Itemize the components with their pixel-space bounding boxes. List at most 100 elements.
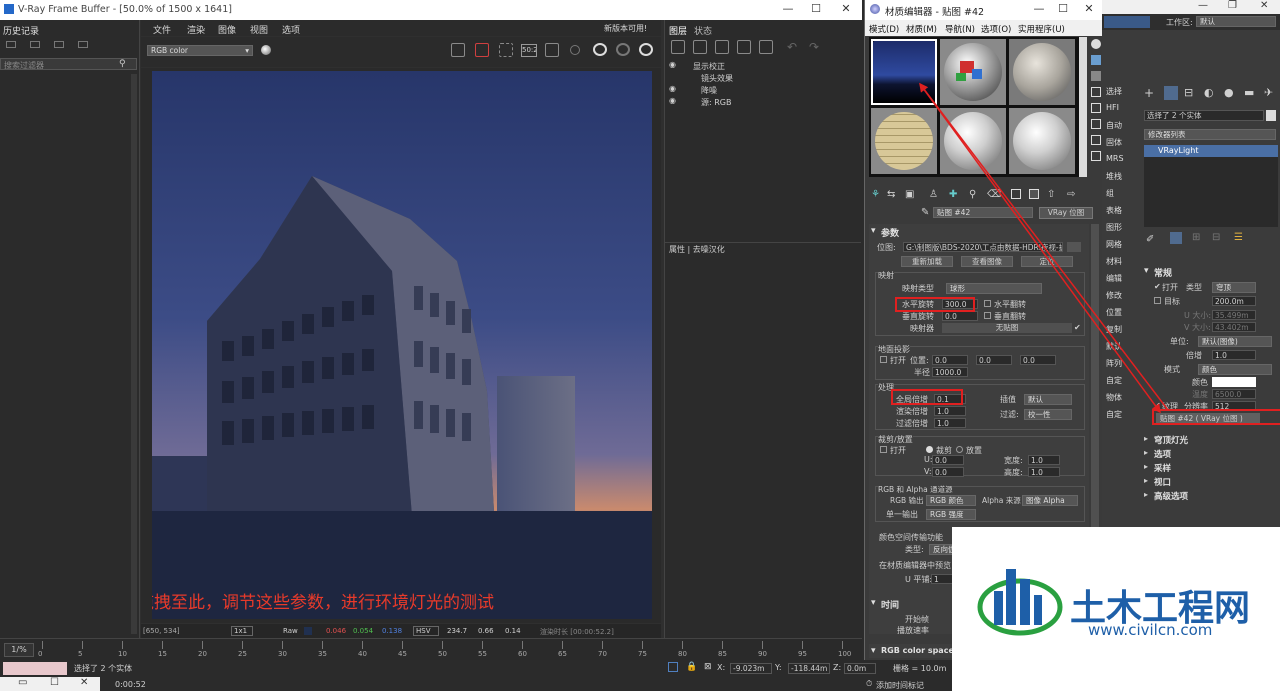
- side-tool-button[interactable]: 阵列: [1106, 358, 1122, 369]
- maximize-button[interactable]: ☐: [808, 2, 824, 16]
- side-tool-button[interactable]: 图形: [1106, 222, 1122, 233]
- remove-modifier-icon[interactable]: ⊟: [1212, 232, 1220, 243]
- params-collapse[interactable]: ▾: [871, 226, 876, 238]
- crop-radio[interactable]: [926, 446, 933, 453]
- reset-map-icon[interactable]: ♙: [929, 189, 938, 200]
- sign-in-field[interactable]: [1104, 16, 1150, 28]
- select-by-material-icon[interactable]: [1091, 151, 1101, 161]
- max-restore-icon[interactable]: ❐: [1228, 0, 1237, 11]
- options-icon[interactable]: [1091, 135, 1101, 145]
- sample-slot[interactable]: [1009, 108, 1075, 174]
- units-select[interactable]: 默认(图像): [1198, 336, 1272, 347]
- tab-layers[interactable]: 图层: [669, 24, 687, 37]
- modifier-list-select[interactable]: 修改器列表: [1144, 129, 1276, 140]
- pos-x-field[interactable]: 0.0: [932, 355, 968, 365]
- v-rotation-field[interactable]: 0.0: [942, 311, 978, 321]
- light-on-checkbox[interactable]: ✔: [1154, 282, 1161, 291]
- mat-menu-mode[interactable]: 模式(D): [869, 23, 899, 35]
- minimize-button[interactable]: —: [780, 2, 796, 16]
- view-image-button[interactable]: 查看图像: [961, 256, 1013, 267]
- max-minimize-icon[interactable]: —: [1198, 0, 1208, 11]
- save-icon[interactable]: [451, 43, 465, 57]
- close-button[interactable]: ✕: [838, 2, 854, 16]
- layer-row[interactable]: ◉ 显示校正: [665, 60, 861, 72]
- show-end-result-icon[interactable]: [1029, 189, 1039, 199]
- maximize-icon[interactable]: ☐: [50, 677, 59, 688]
- save-history-icon[interactable]: [6, 41, 16, 48]
- get-material-icon[interactable]: ⚘: [871, 189, 880, 200]
- mapper-checkbox[interactable]: ✔: [1074, 323, 1081, 332]
- v-size-field[interactable]: 43.402m: [1212, 322, 1256, 332]
- unique-icon[interactable]: ⚲: [969, 189, 976, 200]
- rollout-header[interactable]: ▸ 穹顶灯光: [1142, 434, 1278, 446]
- slots-scrollbar[interactable]: [1079, 37, 1087, 177]
- eye-icon[interactable]: ◉: [669, 96, 676, 105]
- history-scrollbar[interactable]: [131, 74, 137, 634]
- motion-tab-icon[interactable]: ◐: [1204, 86, 1214, 99]
- redo-icon[interactable]: ↷: [809, 40, 819, 54]
- side-tool-button[interactable]: HFI: [1106, 103, 1119, 112]
- load-history-icon[interactable]: [30, 41, 40, 48]
- layer-list-icon[interactable]: [759, 40, 773, 54]
- reload-button[interactable]: 重新加载: [901, 256, 953, 267]
- frame-indicator[interactable]: 1/%: [4, 643, 34, 657]
- tab-stats[interactable]: 状态: [694, 24, 712, 37]
- link-icon[interactable]: [570, 45, 580, 55]
- left-collapse-handle[interactable]: [143, 324, 147, 332]
- close-icon[interactable]: ✕: [80, 677, 88, 688]
- alpha-source-select[interactable]: 图像 Alpha: [1022, 495, 1078, 506]
- radius-field[interactable]: 1000.0: [932, 367, 968, 377]
- side-tool-button[interactable]: 固体: [1106, 137, 1122, 148]
- sample-slot[interactable]: [1009, 39, 1075, 105]
- compare-button[interactable]: 50:2: [521, 44, 537, 57]
- mapper-map-button[interactable]: 无贴图: [942, 323, 1072, 333]
- menu-file[interactable]: 文件: [153, 23, 171, 36]
- hierarchy-tab-icon[interactable]: ⊟: [1184, 86, 1193, 99]
- show-map-icon[interactable]: [1011, 189, 1021, 199]
- layer-row[interactable]: 镜头效果: [665, 72, 861, 84]
- mode-select[interactable]: 颜色: [1198, 364, 1272, 375]
- update-notice[interactable]: 新版本可用!: [604, 23, 647, 34]
- interpolation-select[interactable]: 默认: [1024, 394, 1072, 405]
- interactive-render-icon[interactable]: [616, 43, 630, 56]
- pin-stack-icon[interactable]: ✐: [1146, 234, 1154, 245]
- sample-slot[interactable]: [940, 39, 1006, 105]
- y-coord-field[interactable]: -118.44m: [788, 663, 830, 674]
- color-space-collapse[interactable]: ▾: [871, 646, 876, 658]
- crop-height-field[interactable]: 1.0: [1028, 467, 1060, 477]
- side-tool-button[interactable]: 修改: [1106, 290, 1122, 301]
- filter-select[interactable]: 校一性: [1024, 409, 1072, 420]
- side-tool-button[interactable]: 堆栈: [1106, 171, 1122, 182]
- modify-tab-icon[interactable]: [1164, 86, 1178, 100]
- filter-mult-field[interactable]: 1.0: [934, 418, 966, 428]
- map-name-field[interactable]: 贴图 #42: [933, 207, 1033, 218]
- modifier-stack-item[interactable]: VRayLight: [1144, 145, 1278, 157]
- side-tool-button[interactable]: 编辑: [1106, 273, 1122, 284]
- side-tool-button[interactable]: 自动: [1106, 120, 1122, 131]
- u-size-field[interactable]: 35.499m: [1212, 310, 1256, 320]
- eyedropper-icon[interactable]: ✎: [921, 207, 929, 218]
- save-layers-icon[interactable]: [715, 40, 729, 54]
- pos-z-field[interactable]: 0.0: [1020, 355, 1056, 365]
- menu-render[interactable]: 渲染: [187, 23, 205, 36]
- z-coord-field[interactable]: 0.0m: [844, 663, 876, 674]
- color-picker-icon[interactable]: [261, 45, 271, 55]
- side-tool-button[interactable]: 位置: [1106, 307, 1122, 318]
- display-tab-icon[interactable]: ●: [1224, 86, 1234, 99]
- mat-close-button[interactable]: ✕: [1081, 2, 1097, 16]
- mat-minimize-button[interactable]: —: [1031, 2, 1047, 16]
- layer-row[interactable]: ◉ 降噪: [665, 84, 861, 96]
- workspace-select[interactable]: 默认: [1196, 16, 1276, 27]
- show-end-result-icon[interactable]: [1170, 232, 1182, 244]
- crop-v-field[interactable]: 0.0: [932, 467, 964, 477]
- rollout-header[interactable]: ▸ 采样: [1142, 462, 1278, 474]
- rollout-header[interactable]: ▸ 视口: [1142, 476, 1278, 488]
- h-flip-checkbox[interactable]: [984, 300, 991, 307]
- timeline-ruler[interactable]: 0 5 10 15 20 25 30 35 40 45 50 55 60 65 70 75 80 85 90 95 10…: [38, 639, 862, 661]
- max-close-icon[interactable]: ✕: [1260, 0, 1268, 11]
- backlight-icon[interactable]: [1091, 55, 1101, 65]
- render-teapot-icon[interactable]: [593, 43, 607, 56]
- go-forward-icon[interactable]: ⇨: [1067, 189, 1075, 200]
- make-unique-icon[interactable]: ⊞: [1192, 232, 1200, 243]
- side-tool-button[interactable]: 网格: [1106, 239, 1122, 250]
